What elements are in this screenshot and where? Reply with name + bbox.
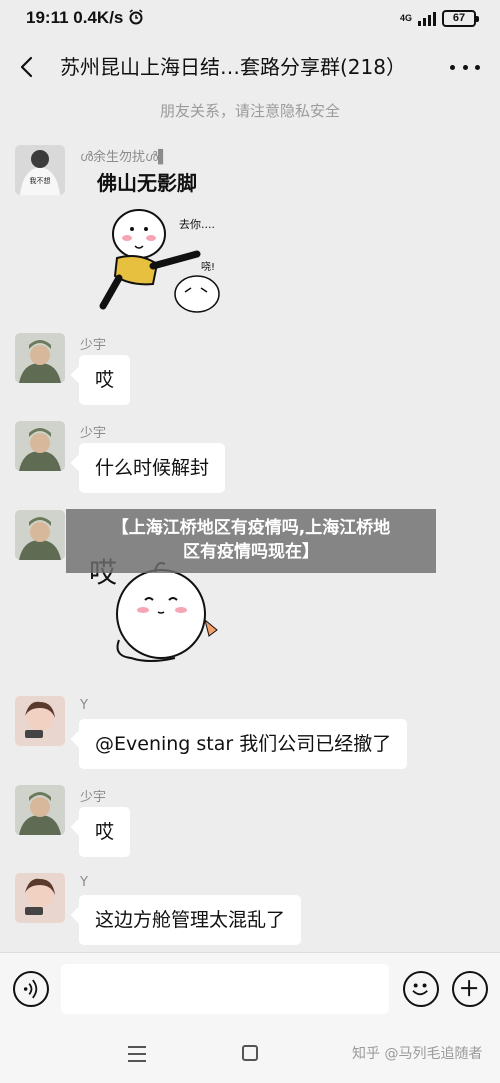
message-bubble[interactable]: 这边方舱管理太混乱了 [79,895,302,945]
sender-name: Y [80,875,88,890]
status-icons: 4G 67 [399,10,479,27]
message-bubble[interactable]: @Evening star 我们公司已经撤了 [79,719,408,769]
watermark: 知乎 @马列毛追随者 [352,1046,483,1062]
svg-text:我不想: 我不想 [30,176,51,185]
banner-line-2: 区有疫情吗现在】 [183,542,319,562]
sticker-foshan[interactable]: 佛山无影脚 去你.... 哓! [79,166,229,318]
chat-header: 苏州昆山上海日结…套路分享群(218） [0,40,500,94]
clock-time: 19:11 [26,8,69,27]
battery-icon: 67 [442,10,479,27]
sender-name: 少宇 [80,426,107,441]
avatar[interactable] [15,696,65,746]
sender-name: Y [80,698,88,713]
avatar[interactable] [15,421,65,471]
svg-text:哓!: 哓! [201,260,215,273]
menu-icon[interactable] [128,1046,146,1062]
svg-text:去你....: 去你.... [179,218,215,231]
more-icon[interactable] [450,52,480,82]
avatar[interactable] [15,873,65,923]
sender-name: 少宇 [80,338,107,353]
home-icon[interactable] [242,1045,258,1061]
sender-name: ൾ余生勿扰ൾ▌ [80,150,169,165]
status-bar: 19:11 0.4K/s 4G 67 [0,0,500,40]
network-speed: 0.4K/s [73,8,124,27]
input-bar [0,952,500,1027]
emoji-icon[interactable] [403,971,439,1007]
avatar[interactable]: 我不想 [15,145,65,195]
plus-icon[interactable] [452,971,488,1007]
avatar[interactable] [15,333,65,383]
sticker-caption: 佛山无影脚 [96,171,197,195]
article-title-banner: 【上海江桥地区有疫情吗,上海江桥地 区有疫情吗现在】 [66,509,436,573]
voice-icon[interactable] [13,971,49,1007]
message-bubble[interactable]: 什么时候解封 [79,443,226,493]
message-input[interactable] [61,964,389,1014]
message-bubble[interactable]: 哎 [79,807,131,857]
signal-icon [418,11,436,26]
avatar[interactable] [15,785,65,835]
battery-level: 67 [452,12,466,24]
message-bubble[interactable]: 哎 [79,355,131,405]
system-nav-bar: 知乎 @马列毛追随者 [0,1027,500,1083]
sender-name: 少宇 [80,790,107,805]
network-type: 4G [399,13,412,23]
status-time: 19:11 0.4K/s [26,8,144,28]
chat-title: 苏州昆山上海日结…套路分享群(218） [60,55,406,79]
alarm-icon [129,9,143,25]
back-icon[interactable] [12,52,42,82]
privacy-notice: 朋友关系，请注意隐私安全 [159,102,340,120]
avatar[interactable] [15,510,65,560]
banner-line-1: 【上海江桥地区有疫情吗,上海江桥地 [111,518,391,538]
